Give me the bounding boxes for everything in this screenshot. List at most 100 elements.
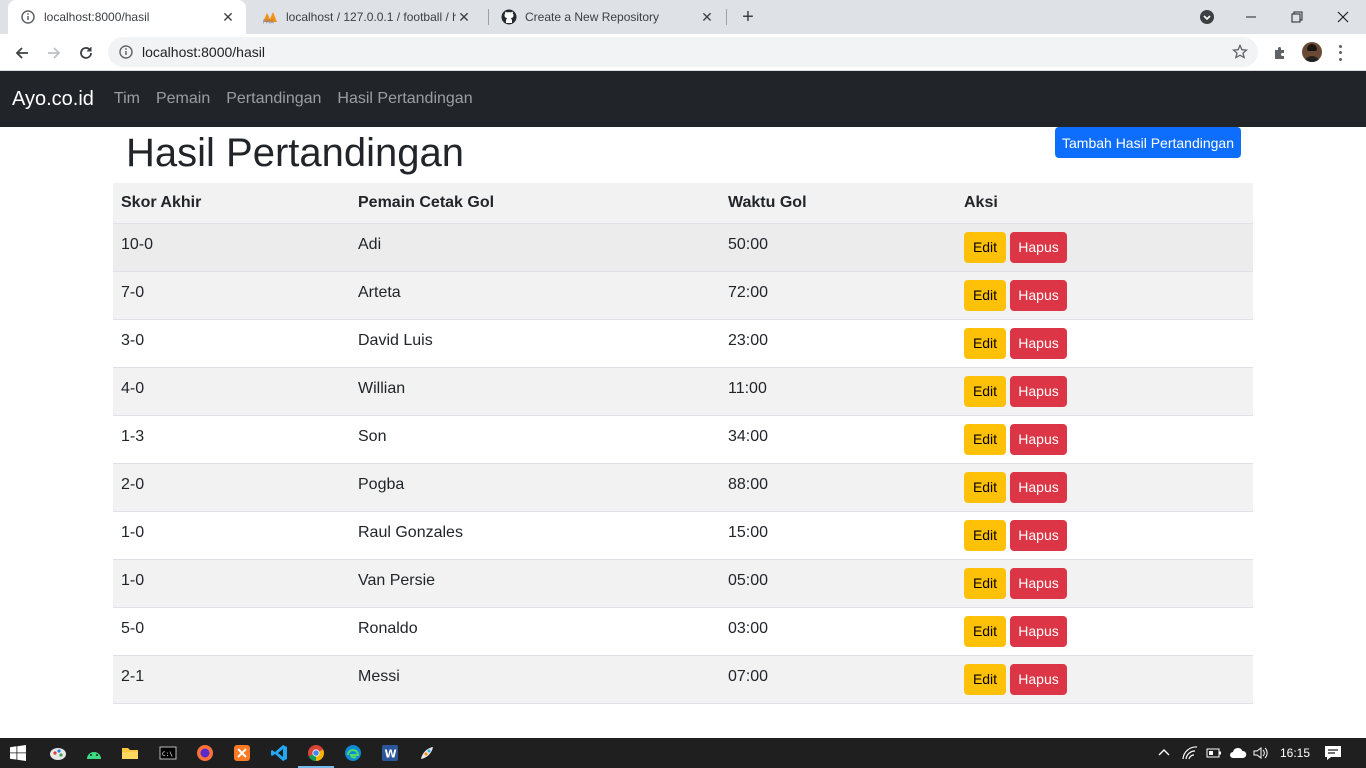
nav-link-pertandingan[interactable]: Pertandingan [218,90,329,108]
cell-waktu: 72:00 [720,271,956,320]
forward-icon[interactable] [41,40,67,66]
close-tab-icon[interactable]: ✕ [699,9,715,25]
cell-skor: 1-0 [113,559,350,608]
add-result-button[interactable]: Tambah Hasil Pertandingan [1055,127,1241,158]
tab-separator [726,9,727,25]
cell-waktu: 03:00 [720,607,956,656]
nav-link-pemain[interactable]: Pemain [148,90,218,108]
cell-pemain: Adi [350,223,720,272]
table-row: 1-3 Son 34:00 Edit Hapus [113,415,1253,464]
tray-chevron-up-icon[interactable] [1157,738,1171,768]
close-tab-icon[interactable]: ✕ [220,9,236,25]
battery-icon[interactable] [1206,738,1222,768]
column-header-waktu: Waktu Gol [720,183,956,224]
cell-aksi: Edit Hapus [956,607,1253,656]
tab-title: localhost:8000/hasil [44,10,150,24]
delete-button[interactable]: Hapus [1010,471,1067,503]
delete-button[interactable]: Hapus [1010,615,1067,647]
tab-phpmyadmin[interactable]: PMA localhost / 127.0.0.1 / football / h… [250,0,485,34]
address-bar[interactable]: localhost:8000/hasil [108,37,1258,67]
wifi-icon[interactable] [1182,738,1198,768]
terminal-icon[interactable]: C:\ [158,743,178,763]
delete-button[interactable]: Hapus [1010,231,1067,263]
restore-button[interactable] [1274,0,1320,34]
delete-button[interactable]: Hapus [1010,375,1067,407]
edit-button[interactable]: Edit [964,615,1006,647]
cell-aksi: Edit Hapus [956,511,1253,560]
tab-hasil[interactable]: localhost:8000/hasil ✕ [8,0,246,34]
cell-waktu: 15:00 [720,511,956,560]
edit-button[interactable]: Edit [964,279,1006,311]
column-header-aksi: Aksi [956,183,1253,224]
word-icon[interactable]: W [380,743,400,763]
chrome-icon[interactable] [298,743,334,768]
reload-icon[interactable] [73,40,99,66]
cell-aksi: Edit Hapus [956,319,1253,368]
delete-button[interactable]: Hapus [1010,279,1067,311]
delete-button[interactable]: Hapus [1010,567,1067,599]
edit-button[interactable]: Edit [964,471,1006,503]
notification-center-icon[interactable] [1324,738,1342,768]
delete-button[interactable]: Hapus [1010,327,1067,359]
vscode-icon[interactable] [269,743,289,763]
cell-pemain: Pogba [350,463,720,512]
edit-button[interactable]: Edit [964,663,1006,695]
windows-taskbar: C:\ W 16:15 [0,738,1366,768]
file-explorer-icon[interactable] [120,743,140,763]
edit-button[interactable]: Edit [964,375,1006,407]
nav-link-tim[interactable]: Tim [106,90,148,108]
delete-button[interactable]: Hapus [1010,423,1067,455]
app-icon-paint-3d[interactable] [417,743,437,763]
cell-waktu: 50:00 [720,223,956,272]
cell-skor: 3-0 [113,319,350,368]
cell-pemain: Arteta [350,271,720,320]
tab-search-icon[interactable] [1184,0,1230,34]
brand-logo[interactable]: Ayo.co.id [12,88,94,111]
xampp-icon[interactable] [232,743,252,763]
cell-waktu: 88:00 [720,463,956,512]
cell-skor: 7-0 [113,271,350,320]
globe-icon [20,9,36,25]
edit-button[interactable]: Edit [964,567,1006,599]
nav-link-hasil-pertandingan[interactable]: Hasil Pertandingan [329,90,480,108]
edge-icon[interactable] [343,743,363,763]
onedrive-icon[interactable] [1229,738,1247,768]
profile-avatar[interactable] [1302,42,1322,62]
cell-waktu: 34:00 [720,415,956,464]
table-row: 4-0 Willian 11:00 Edit Hapus [113,367,1253,416]
extensions-icon[interactable] [1270,43,1290,63]
windows-start-icon[interactable] [8,743,28,763]
column-header-pemain: Pemain Cetak Gol [350,183,720,224]
info-icon[interactable] [118,44,134,60]
firefox-icon[interactable] [195,743,215,763]
browser-menu-icon[interactable] [1336,43,1344,63]
cell-pemain: Ronaldo [350,607,720,656]
close-tab-icon[interactable]: ✕ [456,9,472,25]
cell-skor: 1-3 [113,415,350,464]
app-icon-android[interactable] [84,743,104,763]
tab-github[interactable]: Create a New Repository ✕ [489,0,725,34]
close-window-button[interactable] [1320,0,1366,34]
cell-pemain: Raul Gonzales [350,511,720,560]
browser-tab-strip: localhost:8000/hasil ✕ PMA localhost / 1… [0,0,1366,34]
edit-button[interactable]: Edit [964,423,1006,455]
svg-text:W: W [385,748,397,761]
back-icon[interactable] [9,40,35,66]
volume-icon[interactable] [1253,738,1269,768]
edit-button[interactable]: Edit [964,327,1006,359]
clock[interactable]: 16:15 [1280,738,1310,768]
bookmark-star-icon[interactable] [1231,43,1249,60]
delete-button[interactable]: Hapus [1010,519,1067,551]
table-header-row: Skor Akhir Pemain Cetak Gol Waktu Gol Ak… [113,183,1253,224]
delete-button[interactable]: Hapus [1010,663,1067,695]
new-tab-button[interactable]: + [737,6,759,28]
github-icon [501,9,517,25]
cell-skor: 1-0 [113,511,350,560]
minimize-button[interactable] [1228,0,1274,34]
browser-toolbar: localhost:8000/hasil [0,34,1366,71]
app-navbar: Ayo.co.id Tim Pemain Pertandingan Hasil … [0,71,1366,127]
table-row: 3-0 David Luis 23:00 Edit Hapus [113,319,1253,368]
edit-button[interactable]: Edit [964,519,1006,551]
app-icon-paint[interactable] [48,743,68,763]
edit-button[interactable]: Edit [964,231,1006,263]
